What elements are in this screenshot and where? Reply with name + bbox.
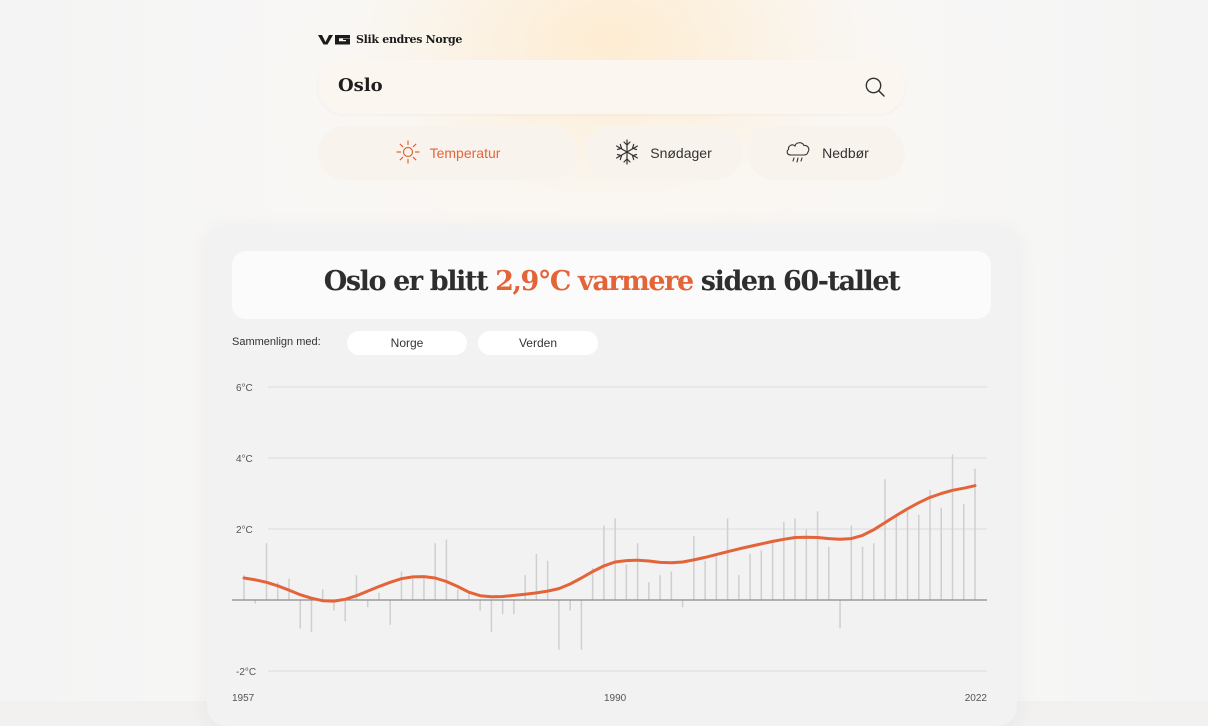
data-bar (490, 600, 493, 632)
data-bar (783, 521, 785, 600)
data-bar (749, 553, 751, 600)
y-tick-label: -2°C (236, 667, 256, 678)
data-bar (423, 575, 425, 600)
data-bar (501, 600, 504, 615)
data-bar (445, 539, 448, 600)
data-bar (794, 518, 796, 600)
data-bar (850, 525, 853, 600)
data-bar (400, 571, 403, 600)
data-bar (726, 518, 729, 600)
data-bar (513, 600, 515, 615)
y-tick-label: 6°C (236, 383, 253, 394)
data-bar (895, 514, 898, 600)
data-bar (479, 600, 481, 611)
x-tick-label: 2022 (965, 693, 988, 701)
data-bar (456, 589, 459, 600)
x-tick-label: 1990 (604, 693, 627, 701)
data-bar (524, 575, 526, 600)
data-bar (906, 511, 909, 600)
data-bar (569, 600, 571, 611)
data-bar (861, 546, 864, 600)
data-bar (659, 575, 661, 600)
data-bar (546, 560, 549, 600)
x-tick-label: 1957 (232, 693, 255, 701)
data-bar (681, 600, 684, 608)
data-bar (580, 600, 583, 650)
data-bar (625, 564, 628, 600)
data-bar (816, 511, 819, 600)
data-bar (704, 560, 706, 600)
data-bar (310, 600, 313, 632)
data-bar (760, 550, 763, 600)
trend-line (242, 484, 977, 603)
data-bar (636, 543, 639, 600)
data-bar (378, 592, 380, 600)
data-bar (558, 600, 560, 650)
y-tick-label: 2°C (236, 525, 253, 536)
data-bar (648, 582, 650, 600)
data-bar (614, 518, 616, 600)
data-bar (828, 546, 830, 600)
data-bar (940, 507, 943, 600)
data-bar (839, 600, 841, 629)
data-bar (389, 600, 391, 625)
data-bar (693, 536, 695, 600)
data-bar (929, 489, 931, 600)
data-bar (951, 454, 954, 600)
data-bar (603, 525, 605, 600)
data-bar (738, 575, 740, 600)
data-bar (366, 600, 369, 608)
data-bar (670, 571, 673, 600)
data-bar (411, 578, 414, 600)
data-bar (873, 543, 875, 600)
data-bar (805, 529, 808, 600)
data-bar (299, 600, 301, 629)
data-bar (974, 468, 976, 600)
data-bar (963, 504, 965, 600)
data-bar (771, 543, 774, 600)
data-bar (715, 553, 718, 600)
data-bar (321, 589, 324, 600)
data-bar (434, 543, 436, 600)
data-bar (884, 479, 886, 600)
temperature-chart: 6°C 4°C 2°C -2°C 1957 1990 2022 (232, 383, 988, 701)
data-bar (265, 543, 268, 600)
data-bar (918, 514, 920, 600)
y-tick-label: 4°C (236, 454, 253, 465)
data-bar (344, 600, 346, 622)
data-bar (468, 592, 470, 600)
